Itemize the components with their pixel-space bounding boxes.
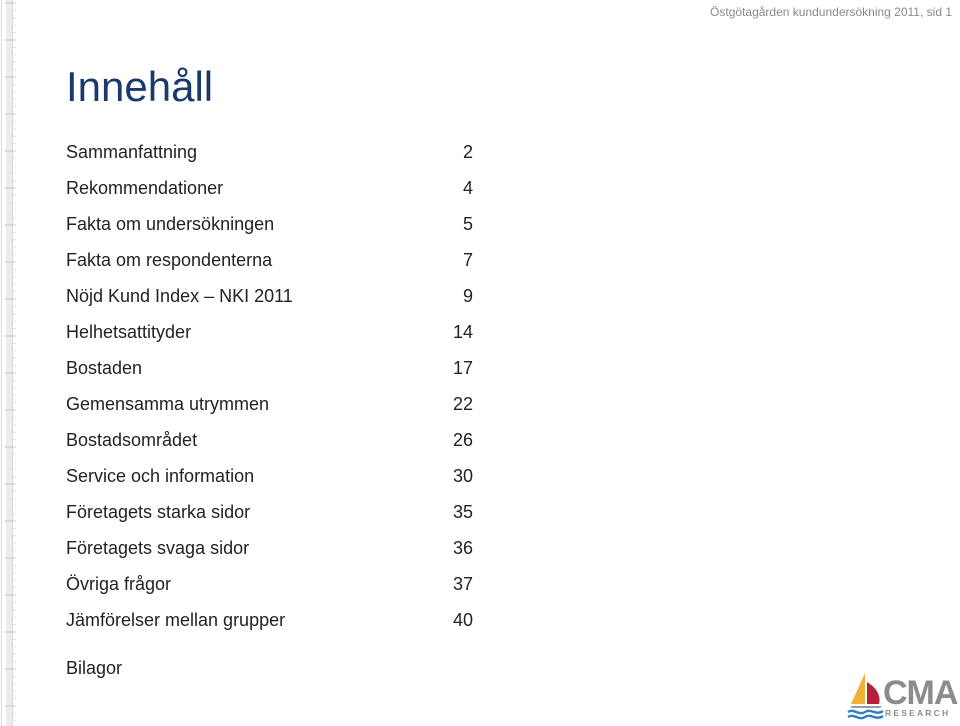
- toc-item-page: 30: [452, 466, 473, 486]
- toc-item-label: Företagets svaga sidor: [66, 538, 250, 558]
- toc-item-label: Sammanfattning: [66, 142, 198, 162]
- toc-item-page: 9: [462, 286, 473, 306]
- toc-item[interactable]: Rekommendationer 4: [66, 176, 486, 212]
- toc-item-label: Övriga frågor: [66, 574, 172, 594]
- page-ruler: [0, 0, 18, 726]
- hull-shape: [850, 706, 882, 708]
- toc-item-page: 35: [452, 502, 473, 522]
- toc-item-page: 4: [462, 178, 473, 198]
- toc-item-page: 40: [452, 610, 473, 630]
- sail-left-shape: [851, 673, 865, 704]
- toc-item-page: 36: [452, 538, 473, 558]
- toc-item[interactable]: Bostaden 17: [66, 356, 486, 392]
- toc-item-label: Jämförelser mellan grupper: [66, 610, 286, 630]
- sailboat-icon: [847, 673, 884, 720]
- wave-shape: [847, 709, 884, 715]
- page-title: Innehåll: [66, 63, 214, 110]
- wave-shape: [847, 714, 884, 720]
- toc-item-page: 2: [462, 142, 473, 162]
- toc-item-page: 5: [462, 214, 473, 234]
- table-of-contents: Sammanfattning 2 Rekommendationer 4 Fakt…: [66, 140, 486, 644]
- ruler-ticks: [1, 0, 16, 726]
- cma-research-logo: CMA RESEARCH: [845, 670, 958, 722]
- toc-item-page: 14: [452, 322, 473, 342]
- toc-item-page: 26: [452, 430, 473, 450]
- toc-item-page: 7: [462, 250, 473, 270]
- toc-item[interactable]: Service och information 30: [66, 464, 486, 500]
- toc-item-label: Service och information: [66, 466, 255, 486]
- toc-item[interactable]: Nöjd Kund Index – NKI 2011 9: [66, 284, 486, 320]
- running-header: Östgötagården kundundersökning 2011, sid…: [710, 5, 952, 19]
- toc-item-page: 37: [452, 574, 473, 594]
- toc-item[interactable]: Gemensamma utrymmen 22: [66, 392, 486, 428]
- toc-item-label: Fakta om respondenterna: [66, 250, 273, 270]
- toc-appendix-label[interactable]: Bilagor: [66, 656, 122, 680]
- toc-item[interactable]: Bostadsområdet 26: [66, 428, 486, 464]
- toc-item-label: Gemensamma utrymmen: [66, 394, 270, 414]
- toc-item-label: Fakta om undersökningen: [66, 214, 275, 234]
- toc-item[interactable]: Fakta om undersökningen 5: [66, 212, 486, 248]
- toc-item-label: Företagets starka sidor: [66, 502, 251, 522]
- toc-item-label: Nöjd Kund Index – NKI 2011: [66, 286, 293, 306]
- toc-item-label: Helhetsattityder: [66, 322, 192, 342]
- logo-wordmark: CMA: [883, 674, 958, 712]
- toc-item[interactable]: Sammanfattning 2: [66, 140, 486, 176]
- toc-item-label: Bostadsområdet: [66, 430, 198, 450]
- toc-item[interactable]: Övriga frågor 37: [66, 572, 486, 608]
- sail-right-shape: [867, 682, 880, 704]
- toc-item[interactable]: Helhetsattityder 14: [66, 320, 486, 356]
- toc-item-label: Bostaden: [66, 358, 143, 378]
- logo-subtitle: RESEARCH: [885, 708, 951, 718]
- ruler-band: [6, 0, 12, 726]
- toc-item[interactable]: Företagets starka sidor 35: [66, 500, 486, 536]
- toc-item-label: Rekommendationer: [66, 178, 224, 198]
- toc-item[interactable]: Jämförelser mellan grupper 40: [66, 608, 486, 644]
- toc-item-page: 22: [452, 394, 473, 414]
- toc-item-page: 17: [452, 358, 473, 378]
- toc-item[interactable]: Fakta om respondenterna 7: [66, 248, 486, 284]
- toc-item[interactable]: Företagets svaga sidor 36: [66, 536, 486, 572]
